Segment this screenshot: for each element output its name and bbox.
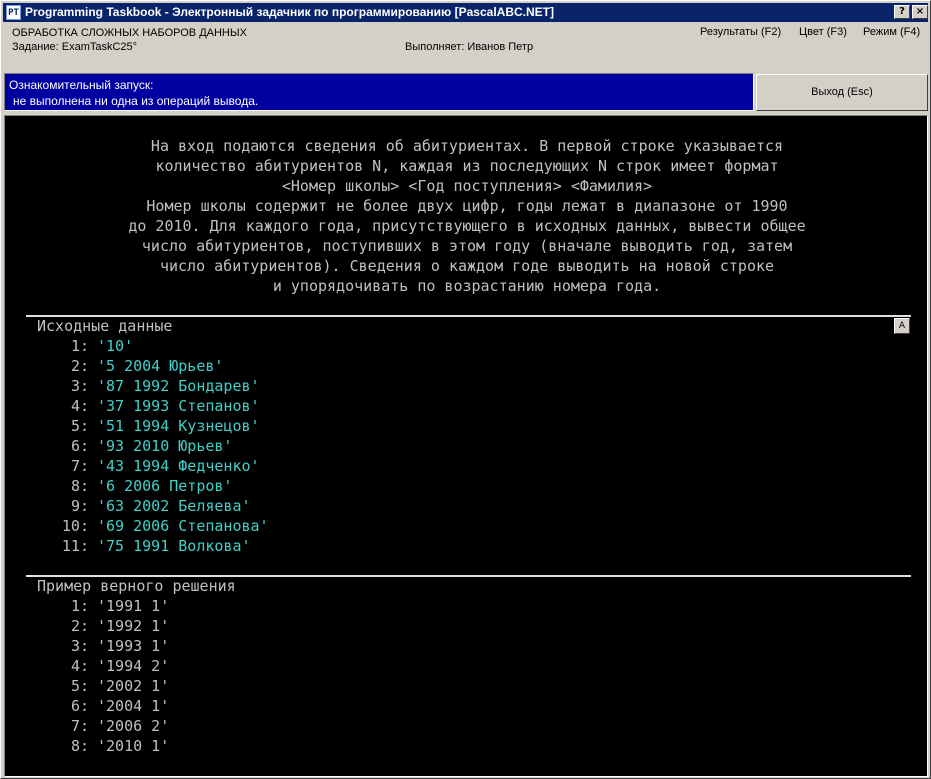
row-value: '2004 1' xyxy=(97,697,170,715)
description-line: Номер школы содержит не более двух цифр,… xyxy=(146,197,788,215)
output-data-row: 3: '1993 1' xyxy=(37,636,169,656)
input-data-row: 4: '37 1993 Степанов' xyxy=(37,396,260,416)
exit-button[interactable]: Выход (Esc) xyxy=(756,74,928,111)
mode-menu-item[interactable]: Режим (F4) xyxy=(863,26,920,38)
output-data-row: 5: '2002 1' xyxy=(37,676,169,696)
row-index: 3: xyxy=(70,377,89,395)
task-info-bar: ОБРАБОТКА СЛОЖНЫХ НАБОРОВ ДАННЫХ Задание… xyxy=(3,23,928,71)
description-line: число абитуриентов, поступивших в этом г… xyxy=(141,237,793,255)
row-value: '5 2004 Юрьев' xyxy=(97,357,224,375)
output-data-row: 6: '2004 1' xyxy=(37,696,169,716)
input-section-title: Исходные данные xyxy=(37,317,173,335)
row-index: 2: xyxy=(70,617,89,635)
app-icon: PT xyxy=(6,5,21,20)
title-bar[interactable]: PT Programming Taskbook - Электронный за… xyxy=(3,3,928,22)
row-index: 3: xyxy=(70,637,89,655)
input-data-row: 8: '6 2006 Петров' xyxy=(37,476,233,496)
output-data-row: 4: '1994 2' xyxy=(37,656,169,676)
row-value: '37 1993 Степанов' xyxy=(97,397,260,415)
output-data-row: 1: '1991 1' xyxy=(37,596,169,616)
row-index: 10: xyxy=(61,517,89,535)
status-line-1: Ознакомительный запуск: xyxy=(9,78,154,92)
input-data-row: 11: '75 1991 Волкова' xyxy=(37,536,251,556)
row-value: '87 1992 Бондарев' xyxy=(97,377,260,395)
row-index: 5: xyxy=(70,677,89,695)
row-value: '2010 1' xyxy=(97,737,170,755)
input-data-row: 9: '63 2002 Беляева' xyxy=(37,496,251,516)
output-data-row: 7: '2006 2' xyxy=(37,716,169,736)
description-line: количество абитуриентов N, каждая из пос… xyxy=(155,157,779,175)
row-index: 1: xyxy=(70,597,89,615)
executor-name: Выполняет: Иванов Петр xyxy=(405,41,534,53)
input-data-row: 1: '10' xyxy=(37,336,133,356)
row-index: 9: xyxy=(70,497,89,515)
row-value: '51 1994 Кузнецов' xyxy=(97,417,260,435)
row-value: '1993 1' xyxy=(97,637,170,655)
input-data-row: 2: '5 2004 Юрьев' xyxy=(37,356,224,376)
description-line: На вход подаются сведения об абитуриента… xyxy=(150,137,784,155)
row-index: 8: xyxy=(70,477,89,495)
row-value: '1994 2' xyxy=(97,657,170,675)
row-index: 4: xyxy=(70,397,89,415)
row-value: '93 2010 Юрьев' xyxy=(97,437,233,455)
task-topic: ОБРАБОТКА СЛОЖНЫХ НАБОРОВ ДАННЫХ xyxy=(12,27,247,39)
row-index: 7: xyxy=(70,717,89,735)
input-data-row: 5: '51 1994 Кузнецов' xyxy=(37,416,260,436)
color-menu-item[interactable]: Цвет (F3) xyxy=(799,26,847,38)
row-index: 1: xyxy=(70,337,89,355)
window-title: Programming Taskbook - Электронный задач… xyxy=(25,5,554,19)
row-index: 7: xyxy=(70,457,89,475)
description-line: до 2010. Для каждого года, присутствующе… xyxy=(128,217,806,235)
row-index: 4: xyxy=(70,657,89,675)
task-name: Задание: ExamTaskC25° xyxy=(12,41,138,53)
input-data-row: 10: '69 2006 Степанова' xyxy=(37,516,269,536)
input-data-row: 7: '43 1994 Федченко' xyxy=(37,456,260,476)
results-menu-item[interactable]: Результаты (F2) xyxy=(700,26,781,38)
scroll-marker-icon[interactable]: A xyxy=(894,318,910,334)
description-line: <Номер школы> <Год поступления> <Фамилия… xyxy=(281,177,653,195)
row-value: '43 1994 Федченко' xyxy=(97,457,260,475)
row-value: '2006 2' xyxy=(97,717,170,735)
output-data-row: 2: '1992 1' xyxy=(37,616,169,636)
row-value: '1992 1' xyxy=(97,617,170,635)
row-index: 2: xyxy=(70,357,89,375)
taskbook-window: PT Programming Taskbook - Электронный за… xyxy=(0,0,931,779)
description-line: и упорядочивать по возрастанию номера го… xyxy=(272,277,662,295)
status-line-2: не выполнена ни одна из операций вывода. xyxy=(13,94,259,108)
close-button[interactable]: × xyxy=(912,5,928,19)
description-line: число абитуриентов). Сведения о каждом г… xyxy=(159,257,775,275)
status-panel: Ознакомительный запуск: не выполнена ни … xyxy=(4,73,754,111)
row-index: 6: xyxy=(70,697,89,715)
row-value: '75 1991 Волкова' xyxy=(97,537,251,555)
row-value: '63 2002 Беляева' xyxy=(97,497,251,515)
row-value: '6 2006 Петров' xyxy=(97,477,233,495)
row-index: 11: xyxy=(61,537,89,555)
row-value: '10' xyxy=(97,337,134,355)
row-value: '69 2006 Степанова' xyxy=(97,517,269,535)
row-index: 6: xyxy=(70,437,89,455)
input-data-row: 6: '93 2010 Юрьев' xyxy=(37,436,233,456)
help-button[interactable]: ? xyxy=(894,5,910,19)
row-index: 5: xyxy=(70,417,89,435)
row-value: '1991 1' xyxy=(97,597,170,615)
row-index: 8: xyxy=(70,737,89,755)
row-value: '2002 1' xyxy=(97,677,170,695)
task-console[interactable]: На вход подаются сведения об абитуриента… xyxy=(4,115,928,777)
output-section-title: Пример верного решения xyxy=(37,577,236,595)
output-data-row: 8: '2010 1' xyxy=(37,736,169,756)
input-data-row: 3: '87 1992 Бондарев' xyxy=(37,376,260,396)
